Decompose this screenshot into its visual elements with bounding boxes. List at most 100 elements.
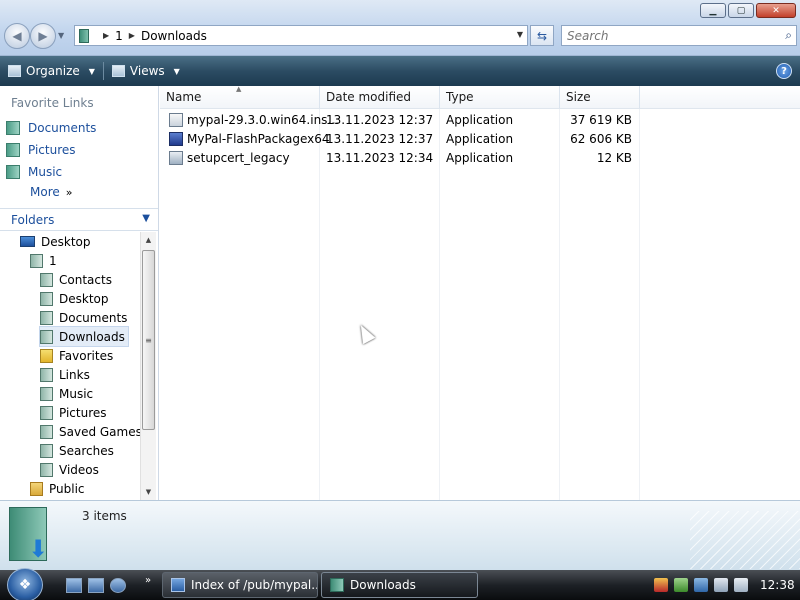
column-header-label: Type	[446, 90, 474, 104]
file-row[interactable]: MyPal-FlashPackagex64 13.11.2023 12:37 A…	[160, 129, 640, 148]
decorative-swoosh	[690, 511, 800, 569]
taskbar: ❖ » Index of /pub/mypal... Downloads 12:…	[0, 568, 800, 600]
back-button[interactable]: ◀	[4, 23, 30, 49]
refresh-icon: ⇆	[536, 28, 548, 43]
file-size: 12 KB	[596, 150, 632, 165]
file-name: mypal-29.3.0.win64.ins...	[187, 112, 339, 127]
videos-folder-icon	[40, 462, 53, 477]
start-button[interactable]: ❖	[7, 568, 43, 600]
favorite-link-music[interactable]: Music	[6, 162, 62, 182]
organize-label: Organize	[26, 64, 80, 78]
tree-item-documents[interactable]: Documents	[40, 308, 127, 327]
chevron-down-icon[interactable]: ▼	[142, 213, 150, 224]
address-dropdown-icon[interactable]: ▼	[517, 30, 523, 39]
tree-item-contacts[interactable]: Contacts	[40, 270, 112, 289]
tree-item-videos[interactable]: Videos	[40, 460, 99, 479]
tree-item-label: Documents	[59, 310, 128, 325]
folder-tree-scrollbar[interactable]: ▲ ≡ ▼	[140, 232, 156, 500]
favorite-link-pictures[interactable]: Pictures	[6, 140, 76, 160]
clock[interactable]: 12:38	[760, 578, 795, 592]
search-input[interactable]	[567, 28, 767, 43]
help-icon[interactable]: ?	[776, 63, 792, 79]
scroll-down-icon[interactable]: ▼	[141, 484, 156, 500]
tree-item-label: 1	[49, 253, 57, 268]
breadcrumb-separator-icon[interactable]: ▶	[103, 31, 109, 40]
tree-item-downloads[interactable]: Downloads	[39, 326, 129, 347]
notification-area: 12:38	[648, 570, 800, 600]
file-date: 13.11.2023 12:37	[326, 131, 434, 146]
security-shield-icon[interactable]	[654, 578, 668, 592]
chevron-down-icon: ▼	[173, 66, 180, 76]
column-header-empty	[640, 86, 800, 109]
file-size: 62 606 KB	[570, 131, 632, 146]
monitor-icon[interactable]	[714, 578, 728, 592]
maximize-button[interactable]: ▢	[728, 3, 754, 18]
column-header-type[interactable]: Type	[440, 86, 560, 109]
column-divider	[319, 109, 320, 500]
links-folder-icon	[40, 367, 53, 382]
documents-folder-icon	[6, 121, 20, 135]
tree-item-label: Searches	[59, 443, 114, 458]
tree-item-links[interactable]: Links	[40, 365, 90, 384]
navigation-pane: Favorite Links Documents Pictures Music …	[0, 86, 159, 500]
address-bar[interactable]: ▶ 1 ▶ Downloads ▼	[74, 25, 528, 46]
favorite-links-title: Favorite Links	[11, 96, 94, 110]
show-desktop-icon[interactable]	[66, 578, 82, 593]
taskbar-button-downloads[interactable]: Downloads	[321, 572, 478, 598]
command-toolbar: Organize ▼ Views ▼ ?	[0, 56, 800, 86]
tree-item-desktop[interactable]: Desktop	[20, 232, 91, 251]
tree-item-favorites[interactable]: Favorites	[40, 346, 113, 365]
breadcrumb-item[interactable]: 1	[115, 29, 123, 43]
network-icon[interactable]	[674, 578, 688, 592]
folders-header[interactable]: Folders ▼	[0, 208, 158, 231]
quick-launch-more-icon[interactable]: »	[145, 575, 151, 586]
switch-windows-icon[interactable]	[88, 578, 104, 593]
details-pane: ⬇ 3 items	[0, 500, 800, 570]
column-header-name[interactable]: ▲ Name	[160, 85, 320, 109]
internet-explorer-icon[interactable]	[110, 578, 126, 593]
column-header-size[interactable]: Size	[560, 86, 640, 109]
search-box[interactable]: ⌕	[561, 25, 797, 46]
tree-item-user[interactable]: 1	[30, 251, 57, 270]
scrollbar-thumb[interactable]: ≡	[142, 250, 155, 430]
search-icon[interactable]: ⌕	[785, 28, 792, 43]
tree-item-public[interactable]: Public	[30, 479, 85, 498]
views-button[interactable]: Views ▼	[104, 59, 188, 83]
application-icon	[169, 150, 183, 165]
file-row[interactable]: mypal-29.3.0.win64.ins... 13.11.2023 12:…	[160, 110, 640, 129]
minimize-button[interactable]: ▁	[700, 3, 726, 18]
favorite-link-label: Documents	[28, 121, 97, 135]
file-name: MyPal-FlashPackagex64	[187, 131, 330, 146]
close-button[interactable]: ✕	[756, 3, 796, 18]
scroll-up-icon[interactable]: ▲	[141, 232, 156, 248]
breadcrumb-separator-icon[interactable]: ▶	[129, 31, 135, 40]
taskbar-button-browser[interactable]: Index of /pub/mypal...	[162, 572, 318, 598]
windows-update-icon[interactable]	[694, 578, 708, 592]
tree-item-label: Videos	[59, 462, 99, 477]
tree-item-music[interactable]: Music	[40, 384, 93, 403]
column-header-date-modified[interactable]: Date modified	[320, 86, 440, 109]
organize-button[interactable]: Organize ▼	[0, 59, 103, 83]
tree-item-saved-games[interactable]: Saved Games	[40, 422, 140, 441]
music-folder-icon	[40, 386, 53, 401]
recent-pages-dropdown[interactable]: ▼	[58, 31, 64, 40]
refresh-button[interactable]: ⇆	[530, 25, 554, 46]
more-links-button[interactable]: More »	[30, 185, 72, 199]
tree-item-desktop-folder[interactable]: Desktop	[40, 289, 109, 308]
file-date: 13.11.2023 12:34	[326, 150, 434, 165]
volume-muted-icon[interactable]	[734, 578, 748, 592]
forward-button[interactable]: ▶	[30, 23, 56, 49]
breadcrumb-item[interactable]: Downloads	[141, 29, 207, 43]
favorite-link-documents[interactable]: Documents	[6, 118, 96, 138]
folders-title: Folders	[11, 212, 55, 227]
tree-item-label: Downloads	[59, 329, 125, 344]
pictures-folder-icon	[6, 143, 20, 157]
favorites-folder-icon	[40, 348, 53, 363]
documents-folder-icon	[40, 310, 53, 325]
tree-item-searches[interactable]: Searches	[40, 441, 114, 460]
taskbar-button-label: Downloads	[350, 578, 416, 592]
tree-item-label: Music	[59, 386, 94, 401]
tree-item-label: Pictures	[59, 405, 107, 420]
tree-item-pictures[interactable]: Pictures	[40, 403, 107, 422]
file-row[interactable]: setupcert_legacy 13.11.2023 12:34 Applic…	[160, 148, 640, 167]
